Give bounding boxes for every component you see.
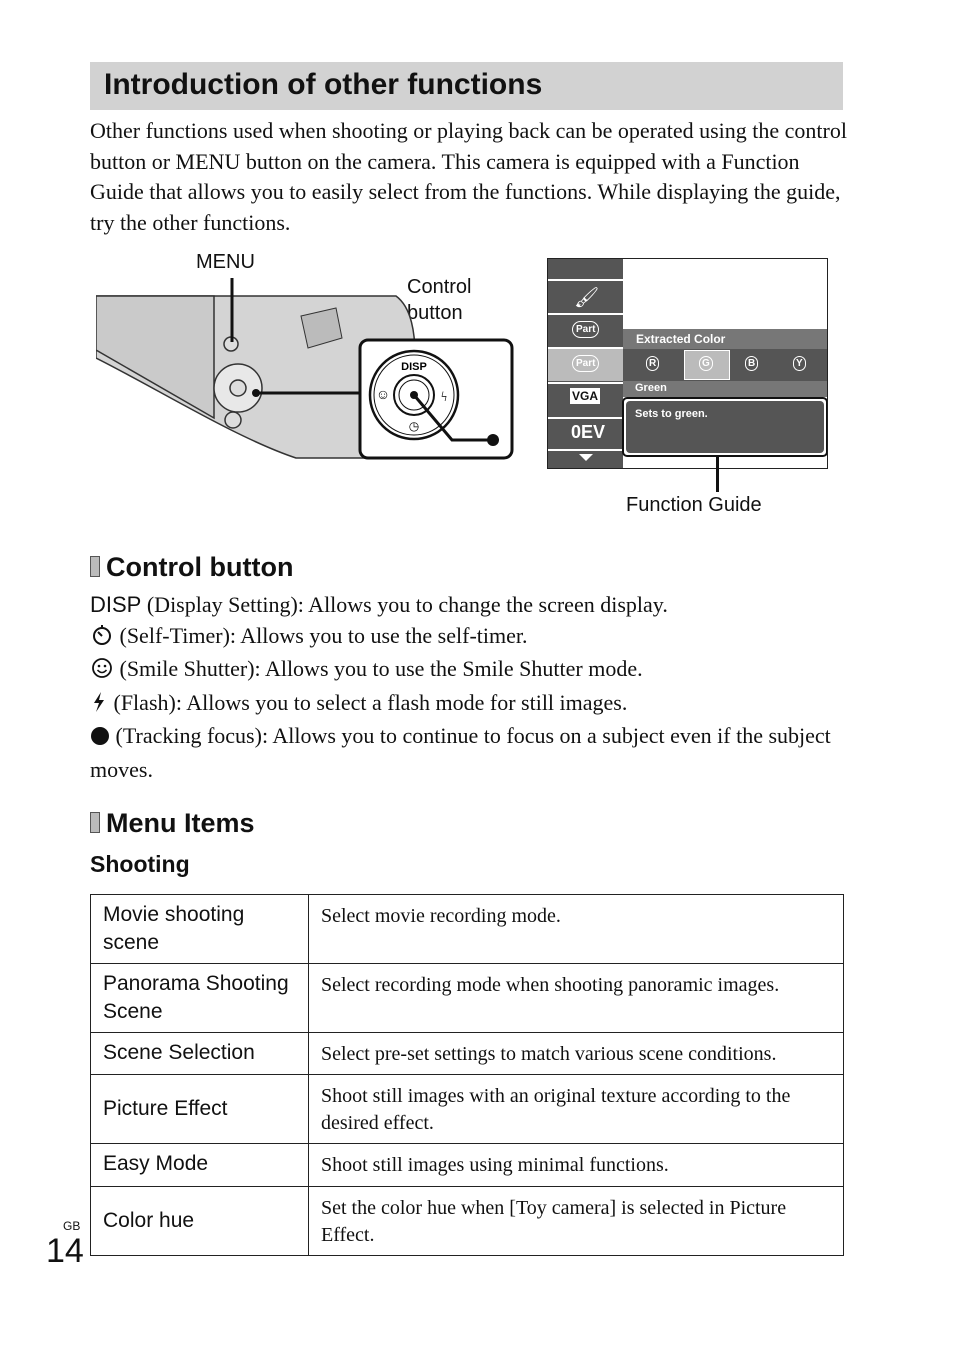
self-timer-icon [90,624,114,655]
list-item: (Self-Timer): Allows you to use the self… [90,621,850,655]
item-name: Picture Effect [90,1074,309,1144]
tracking-dot-icon [90,724,110,755]
option-r: R [646,356,660,371]
table-row: Easy Mode Shoot still images using minima… [90,1143,844,1187]
ev-value: 0EV [571,422,606,442]
item-name: Color hue [90,1186,309,1256]
smile-icon [90,657,114,688]
list-item: (Tracking focus): Allows you to continue… [90,723,831,782]
color-name: Green [623,381,827,397]
table-row: Color hue Set the color hue when [Toy cam… [90,1186,844,1256]
option-y: Y [793,356,806,371]
item-desc: Shoot still images using minimal functio… [308,1143,844,1187]
disp-text: DISP [401,361,427,373]
item-desc: Set the color hue when [Toy camera] is s… [308,1186,844,1256]
section-heading: Introduction of other functions [104,68,543,101]
item-desc: Select pre-set settings to match various… [308,1032,844,1075]
menu-label: MENU [196,251,255,273]
menu-items-heading: Menu Items [90,808,255,839]
table-row: Scene Selection Select pre-set settings t… [90,1032,844,1075]
function-guide-screen: 🖌 Part Part VGA 0EV Extracted Color R G … [547,258,828,469]
intro-paragraph: Other functions used when shooting or pl… [90,118,847,235]
item-desc: Shoot still images with an original text… [308,1074,844,1144]
svg-text:☺: ☺ [376,388,390,403]
vga-icon: VGA [570,388,601,404]
region-code: GB [63,1219,81,1233]
picture-effect-icon: 🖌 [574,287,600,309]
part-color-icon: Part [572,321,600,338]
shooting-subheading: Shooting [90,851,190,877]
camera-illustration: DISP ☺ ϟ ◷ [96,278,514,460]
list-item: (Flash): Allows you to select a flash mo… [90,688,850,722]
flash-icon [90,691,108,722]
leader-line [716,456,719,492]
manual-page: Introduction of other functions Other fu… [0,0,954,1345]
scroll-down-icon [579,454,593,461]
item-desc: Select recording mode when shooting pano… [308,963,844,1033]
item-name: Scene Selection [90,1032,309,1075]
item-name: Easy Mode [90,1143,309,1187]
option-g: G [699,356,713,371]
item-name: Movie shooting scene [90,894,309,964]
item-name: Panorama Shooting Scene [90,963,309,1033]
svg-text:◷: ◷ [409,419,419,433]
table-row: Picture Effect Shoot still images with an… [90,1074,844,1144]
control-button-heading: Control button [90,552,293,583]
function-guide-label: Function Guide [626,494,762,516]
svg-text:ϟ: ϟ [441,390,447,405]
table-row: Panorama Shooting Scene Select recording … [90,963,844,1033]
control-button-list: DISP (Display Setting): Allows you to ch… [90,590,850,785]
menu-items-table: Movie shooting scene Select movie recordi… [90,894,844,1256]
table-row: Movie shooting scene Select movie recordi… [90,894,844,964]
part-green-icon: Part [572,355,600,372]
list-item: DISP (Display Setting): Allows you to ch… [90,592,668,617]
guide-text: Sets to green. [626,401,824,453]
list-item: (Smile Shutter): Allows you to use the S… [90,654,850,688]
option-b: B [745,356,759,371]
section-heading-bar: Introduction of other functions [90,62,843,110]
extracted-color-title: Extracted Color [623,329,827,349]
item-desc: Select movie recording mode. [308,894,844,964]
page-number: 14 [46,1232,84,1270]
